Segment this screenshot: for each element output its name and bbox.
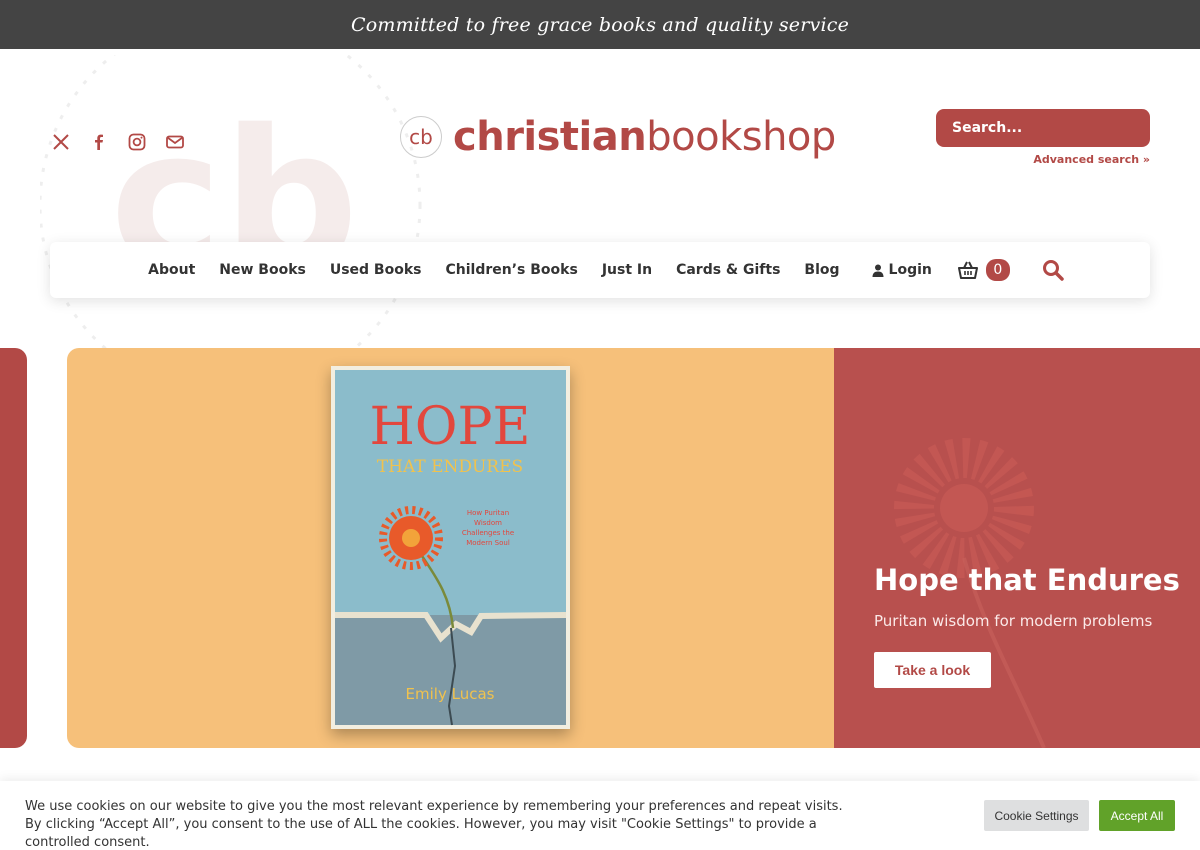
hero-subtitle: Puritan wisdom for modern problems bbox=[874, 612, 1153, 630]
user-icon bbox=[872, 264, 884, 277]
svg-text:Wisdom: Wisdom bbox=[474, 519, 502, 527]
cookie-text: We use cookies on our website to give yo… bbox=[25, 799, 843, 850]
facebook-icon[interactable] bbox=[87, 130, 111, 154]
accept-all-button[interactable]: Accept All bbox=[1099, 800, 1175, 831]
logo-mark: cb bbox=[400, 116, 442, 158]
mail-icon[interactable] bbox=[163, 130, 187, 154]
book-title-line2: THAT ENDURES bbox=[377, 457, 523, 477]
svg-text:How Puritan: How Puritan bbox=[467, 509, 509, 517]
flower-decoration bbox=[894, 438, 1046, 748]
nav-about[interactable]: About bbox=[148, 262, 195, 278]
nav-cards-gifts[interactable]: Cards & Gifts bbox=[676, 262, 780, 278]
social-links bbox=[49, 130, 187, 154]
login-label: Login bbox=[888, 262, 932, 278]
advanced-search-link[interactable]: Advanced search » bbox=[1033, 153, 1150, 166]
logo-mark-text: cb bbox=[409, 125, 433, 149]
nav-cart[interactable]: 0 bbox=[957, 259, 1010, 281]
previous-slide-peek[interactable] bbox=[0, 348, 27, 748]
cookie-settings-button[interactable]: Cookie Settings bbox=[984, 800, 1089, 831]
search-input[interactable] bbox=[936, 109, 1150, 147]
take-a-look-button[interactable]: Take a look bbox=[874, 652, 991, 688]
announcement-text: Committed to free grace books and qualit… bbox=[350, 13, 850, 36]
nav-used-books[interactable]: Used Books bbox=[330, 262, 422, 278]
hero-image-panel: HOPE THAT ENDURES How Puritan Wisdom Cha… bbox=[67, 348, 834, 748]
site-logo[interactable]: cb christianbookshop bbox=[399, 113, 836, 161]
announcement-bar: Committed to free grace books and qualit… bbox=[0, 0, 1200, 49]
nav-blog[interactable]: Blog bbox=[804, 262, 839, 278]
nav-just-in[interactable]: Just In bbox=[602, 262, 652, 278]
book-author: Emily Lucas bbox=[406, 685, 495, 703]
svg-text:Challenges the: Challenges the bbox=[462, 529, 514, 537]
search-icon[interactable] bbox=[1042, 259, 1064, 281]
nav-childrens-books[interactable]: Children’s Books bbox=[446, 262, 578, 278]
instagram-icon[interactable] bbox=[125, 130, 149, 154]
hero-slide: HOPE THAT ENDURES How Puritan Wisdom Cha… bbox=[67, 348, 1200, 748]
hero-title: Hope that Endures bbox=[874, 563, 1180, 597]
logo-text: christianbookshop bbox=[453, 114, 836, 160]
x-icon[interactable] bbox=[49, 130, 73, 154]
main-nav: About New Books Used Books Children’s Bo… bbox=[50, 242, 1150, 298]
cart-count-badge: 0 bbox=[985, 259, 1010, 281]
nav-new-books[interactable]: New Books bbox=[219, 262, 306, 278]
book-title-line1: HOPE bbox=[370, 397, 531, 457]
basket-icon bbox=[957, 261, 978, 279]
hero-text-panel: Hope that Endures Puritan wisdom for mod… bbox=[834, 348, 1200, 748]
svg-text:Modern Soul: Modern Soul bbox=[466, 539, 510, 547]
book-cover[interactable]: HOPE THAT ENDURES How Puritan Wisdom Cha… bbox=[331, 366, 570, 729]
watermark-logo: cb bbox=[40, 55, 422, 365]
nav-login[interactable]: Login bbox=[872, 262, 932, 278]
